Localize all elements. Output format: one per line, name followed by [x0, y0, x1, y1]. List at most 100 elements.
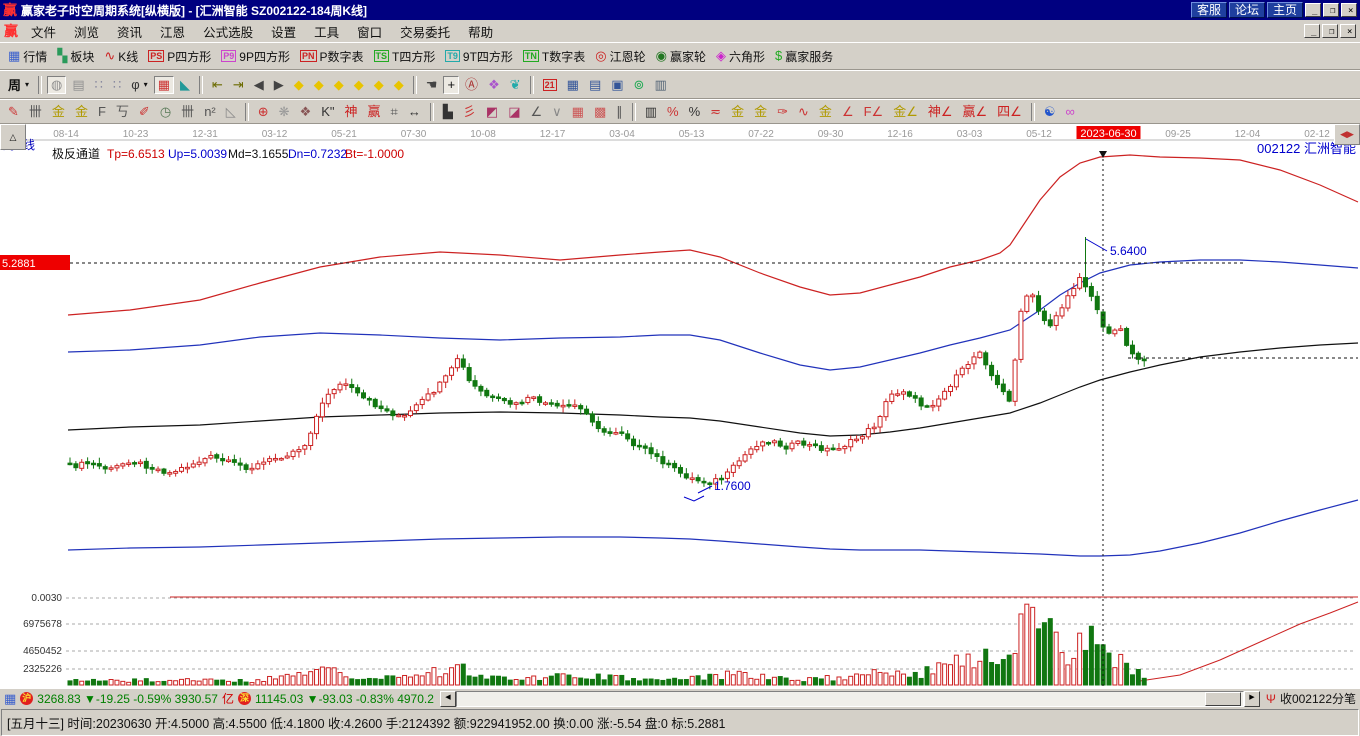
shen-angle-icon[interactable]: 神∠	[924, 103, 957, 121]
brain-tool-icon[interactable]: ❦	[506, 76, 525, 94]
ying-line-icon[interactable]: 赢	[364, 103, 385, 121]
winner-service-button[interactable]: $ 赢家服务	[771, 46, 837, 67]
child-minimize-button[interactable]: _	[1304, 24, 1320, 38]
calendar-icon[interactable]: 21	[539, 77, 561, 93]
t-square-button[interactable]: TS T四方形	[370, 46, 440, 67]
n-square-icon[interactable]: n²	[200, 103, 220, 121]
menu-tools[interactable]: 工具	[305, 20, 348, 43]
spiderweb-icon[interactable]: ❖	[296, 103, 316, 121]
four-angle-icon[interactable]: 四∠	[993, 103, 1026, 121]
arrow-knife-icon[interactable]: ✑	[773, 103, 792, 121]
close-button[interactable]: ×	[1341, 3, 1357, 17]
last-bar-icon[interactable]: ⇥	[229, 76, 248, 94]
fan-box-2-icon[interactable]: ◪	[504, 103, 524, 121]
percent-line-icon[interactable]: %	[663, 103, 683, 121]
notes-icon[interactable]: ▤	[585, 76, 605, 94]
gold-grid-2-icon[interactable]: 金	[71, 103, 92, 121]
home-button[interactable]: 主页	[1266, 2, 1303, 18]
prev-bar-icon[interactable]: ◀	[250, 76, 268, 94]
restore-button[interactable]: ❐	[1323, 3, 1339, 17]
next-bar-icon[interactable]: ▶	[270, 76, 288, 94]
crosshair-tool-icon[interactable]: +	[443, 75, 460, 94]
red-grid-2-icon[interactable]: ▩	[590, 103, 610, 121]
customer-service-button[interactable]: 客服	[1190, 2, 1227, 18]
f-grid-icon[interactable]: F	[94, 103, 110, 121]
child-restore-button[interactable]: ❐	[1322, 24, 1338, 38]
crystal-ball-icon[interactable]: ◍	[47, 75, 67, 94]
menu-browse[interactable]: 浏览	[65, 20, 108, 43]
slope-line-icon[interactable]: ∠	[838, 103, 858, 121]
infinity-icon[interactable]: ∞	[1061, 103, 1078, 121]
t-digit-table-button[interactable]: TN T数字表	[519, 46, 589, 67]
candle-style-icon[interactable]: φ ▾	[127, 76, 151, 94]
chart-scroll-corner-left[interactable]: △	[0, 124, 26, 150]
parallel-lines-icon[interactable]: ∥	[612, 103, 627, 121]
ray-fan-icon[interactable]: 彡	[459, 103, 480, 121]
f-angle-icon[interactable]: F∠	[860, 103, 888, 121]
kline-chart-area[interactable]: 08-14 10-23 12-31 03-12 05-21 07-30 10-08 12-17…	[0, 124, 1360, 688]
menu-trade[interactable]: 交易委托	[391, 20, 459, 43]
info-doc-icon[interactable]: ▤	[68, 76, 88, 94]
component-net-icon[interactable]: ⊚	[630, 76, 649, 94]
gold-angle-icon[interactable]: 金	[815, 103, 836, 121]
percent-levels-icon[interactable]: ≂	[706, 103, 725, 121]
fan-box-1-icon[interactable]: ◩	[482, 103, 502, 121]
percent-icon[interactable]: %	[685, 103, 705, 121]
diamond-v-shrink-icon[interactable]: ◆	[390, 76, 408, 94]
wave-line-icon[interactable]: ∿	[794, 103, 813, 121]
shen-line-icon[interactable]: 神	[341, 103, 362, 121]
menu-file[interactable]: 文件	[22, 20, 65, 43]
angle-ruler-icon[interactable]: ◺	[222, 103, 240, 121]
quote-grid-icon[interactable]: ▦	[4, 691, 16, 707]
five-grid-icon[interactable]: 丂	[112, 103, 133, 121]
chart-scroll-corner-right[interactable]: ◀▶	[1334, 124, 1360, 145]
gold-grid-1-icon[interactable]: 金	[48, 103, 69, 121]
hand-tool-icon[interactable]: ☚	[422, 76, 442, 94]
p-square-button[interactable]: PS P四方形	[144, 46, 215, 67]
taiji-icon[interactable]: ☯	[1040, 103, 1060, 121]
p-digit-table-button[interactable]: PN P数字表	[296, 46, 368, 67]
menu-help[interactable]: 帮助	[459, 20, 502, 43]
scroll-right-button[interactable]: ▶	[1243, 690, 1260, 707]
menu-gann[interactable]: 江恩	[151, 20, 194, 43]
scroll-thumb[interactable]	[1204, 691, 1241, 706]
mini-chart-8-icon[interactable]: ∷	[109, 76, 125, 94]
winner-wheel-button[interactable]: ◉ 赢家轮	[652, 46, 710, 67]
restore-layout-icon[interactable]: ▦	[153, 75, 174, 94]
scroll-left-button[interactable]: ◀	[439, 690, 456, 707]
minimize-button[interactable]: _	[1305, 3, 1321, 17]
diamond-left-icon[interactable]: ◆	[290, 76, 308, 94]
diamond-h-shrink-icon[interactable]: ◆	[350, 76, 368, 94]
chart-scrollbar[interactable]: ◀ ▶	[439, 690, 1260, 707]
draw-pen-icon[interactable]: ✎	[4, 103, 23, 121]
zoom-a-tool-icon[interactable]: Ⓐ	[461, 76, 482, 94]
compass-icon[interactable]: ⊕	[254, 103, 273, 121]
scroll-track[interactable]	[455, 690, 1244, 707]
menu-news[interactable]: 资讯	[108, 20, 151, 43]
diamond-right-icon[interactable]: ◆	[310, 76, 328, 94]
diamond-v-expand-icon[interactable]: ◆	[370, 76, 388, 94]
gann-grid-icon[interactable]: 卌	[25, 103, 46, 121]
gann-wheel-button[interactable]: ◎ 江恩轮	[591, 46, 649, 67]
angle-line-icon[interactable]: ∠	[526, 103, 546, 121]
scale-chart-icon[interactable]: ▙	[439, 103, 457, 121]
shenzhen-index-icon[interactable]: 深	[238, 692, 251, 705]
hexagon-button[interactable]: ◈ 六角形	[712, 46, 769, 67]
band-chart-icon[interactable]: ▥	[641, 103, 661, 121]
sectors-button[interactable]: ▚ 板块	[53, 46, 98, 67]
ying-angle-icon[interactable]: 赢∠	[959, 103, 992, 121]
k-mark-icon[interactable]: K"	[317, 103, 338, 121]
measure-pen-icon[interactable]: ✐	[135, 103, 154, 121]
first-bar-icon[interactable]: ⇤	[208, 76, 227, 94]
child-close-button[interactable]: ×	[1340, 24, 1356, 38]
starburst-icon[interactable]: ❋	[275, 103, 294, 121]
period-selector[interactable]: 周 ▾	[4, 73, 33, 96]
grid-123-icon[interactable]: ⌗	[387, 103, 402, 121]
red-grid-1-icon[interactable]: ▦	[568, 103, 588, 121]
kline-button[interactable]: ∿ K线	[100, 46, 142, 67]
menu-window[interactable]: 窗口	[348, 20, 391, 43]
gold-section-icon[interactable]: 金	[727, 103, 748, 121]
9t-square-button[interactable]: T9 9T四方形	[441, 46, 517, 67]
h-measure-icon[interactable]: ↔	[404, 103, 425, 121]
calculator-icon[interactable]: ▦	[563, 76, 583, 94]
